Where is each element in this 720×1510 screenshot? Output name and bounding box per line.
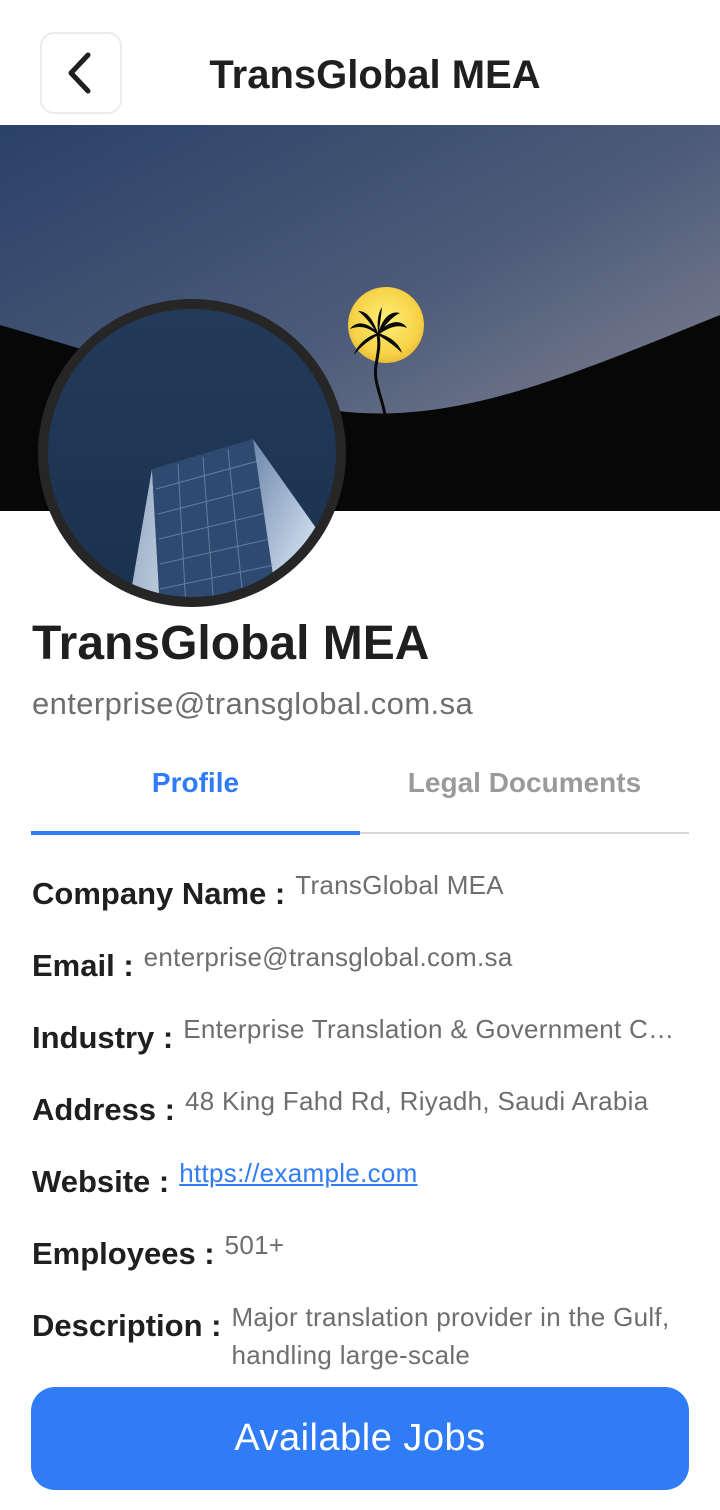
detail-industry: Industry : Enterprise Translation & Gove… xyxy=(32,1010,688,1059)
app-header: TransGlobal MEA xyxy=(0,0,720,125)
available-jobs-button[interactable]: Available Jobs xyxy=(31,1387,689,1490)
active-tab-indicator xyxy=(31,831,360,835)
detail-address: Address : 48 King Fahd Rd, Riyadh, Saudi… xyxy=(32,1082,688,1131)
scroll-fade xyxy=(0,1368,720,1388)
detail-value: 48 King Fahd Rd, Riyadh, Saudi Arabia xyxy=(184,1086,649,1116)
detail-value: 501+ xyxy=(224,1230,285,1260)
detail-value: Enterprise Translation & Government Cont… xyxy=(183,1014,688,1044)
profile-tabs: Profile Legal Documents xyxy=(31,752,689,836)
detail-label: Company Name : xyxy=(32,876,286,911)
detail-label: Website : xyxy=(32,1164,170,1199)
detail-value: Major translation provider in the Gulf, … xyxy=(231,1302,670,1370)
detail-label: Industry : xyxy=(32,1020,174,1055)
tab-legal-documents[interactable]: Legal Documents xyxy=(360,752,689,832)
company-email: enterprise@transglobal.com.sa xyxy=(32,686,474,721)
detail-value: enterprise@transglobal.com.sa xyxy=(143,942,513,972)
detail-email: Email : enterprise@transglobal.com.sa xyxy=(32,938,688,987)
company-avatar xyxy=(38,299,346,607)
detail-label: Email : xyxy=(32,948,134,983)
detail-label: Address : xyxy=(32,1092,175,1127)
tab-profile[interactable]: Profile xyxy=(31,752,360,832)
detail-label: Description : xyxy=(32,1308,222,1343)
detail-value: TransGlobal MEA xyxy=(295,870,504,900)
detail-website: Website : https://example.com xyxy=(32,1154,688,1203)
company-profile-screen: TransGlobal MEA TransGlobal MEA enterpri… xyxy=(0,0,720,1510)
detail-description: Description : Major translation provider… xyxy=(32,1298,688,1374)
detail-employees: Employees : 501+ xyxy=(32,1226,688,1275)
detail-company-name: Company Name : TransGlobal MEA xyxy=(32,866,688,915)
detail-label: Employees : xyxy=(32,1236,215,1271)
page-title: TransGlobal MEA xyxy=(209,53,541,97)
company-name: TransGlobal MEA xyxy=(32,617,430,670)
website-link[interactable]: https://example.com xyxy=(179,1154,688,1192)
